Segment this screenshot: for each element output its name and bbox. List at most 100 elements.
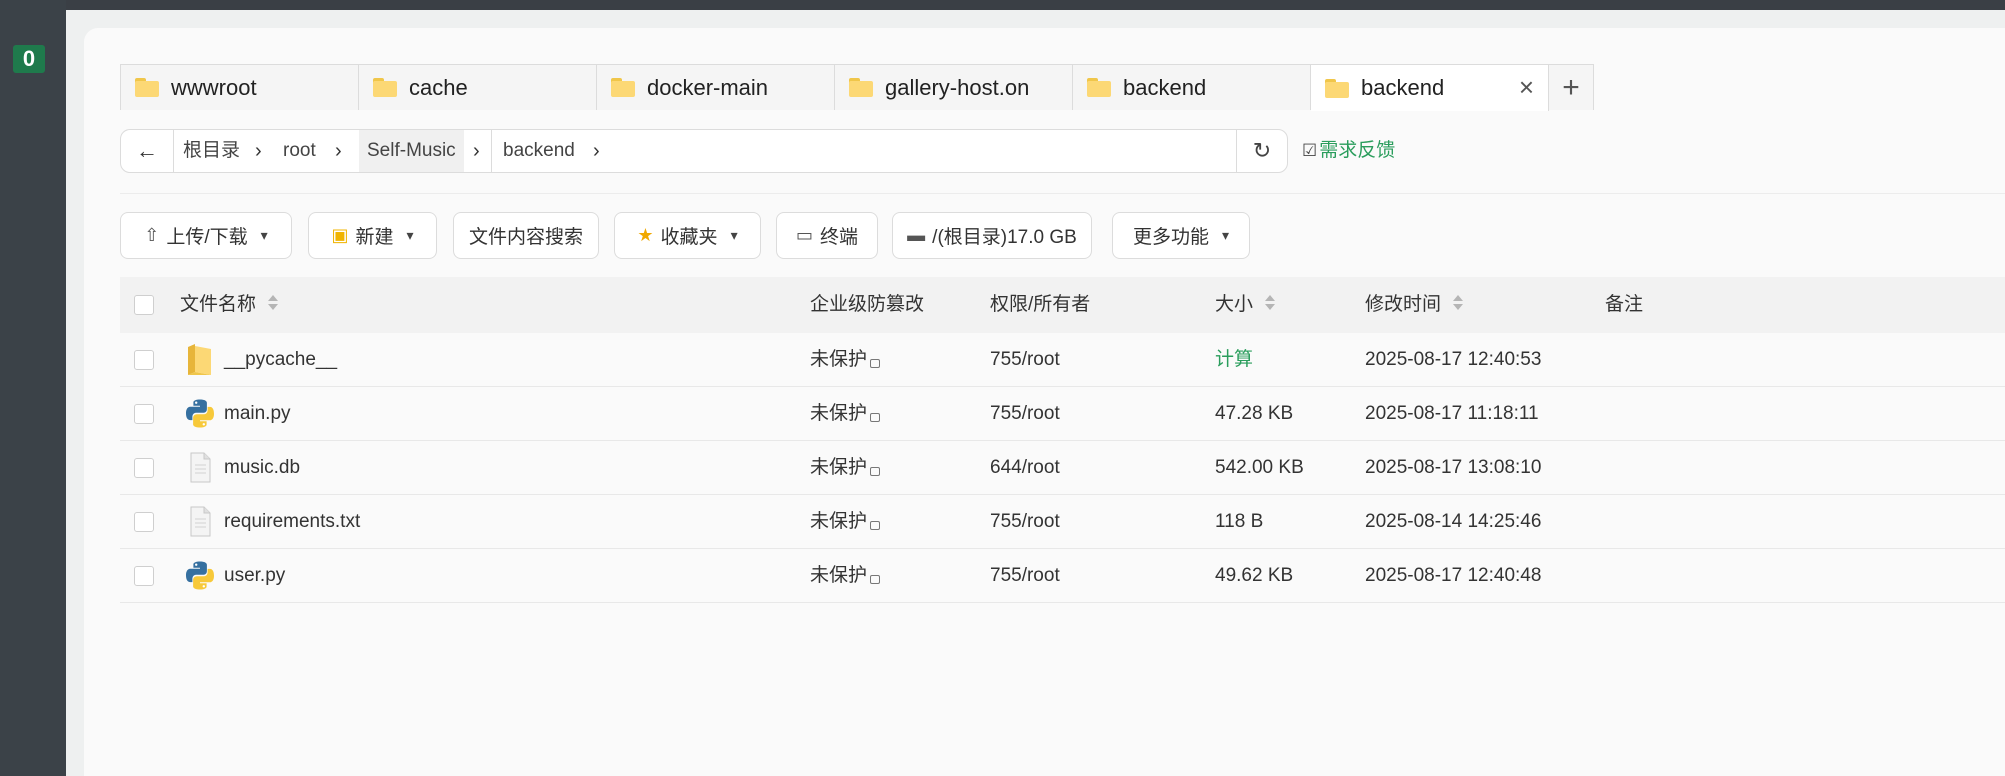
disk-label: /(根目录)17.0 GB [932, 227, 1077, 248]
protect-status[interactable]: 未保护 [810, 441, 881, 494]
breadcrumb: ← 根目录 › root › Self-Music › backend › ↻ [120, 129, 1288, 173]
protect-status[interactable]: 未保护 [810, 387, 881, 440]
new-button[interactable]: ▣ 新建 ▾ [308, 212, 437, 259]
size-calculate-link[interactable]: 计算 [1215, 333, 1253, 386]
star-icon: ★ [637, 225, 654, 245]
new-label: 新建 [355, 227, 394, 248]
sort-icon [1453, 295, 1463, 310]
folder-icon [373, 78, 397, 97]
chevron-down-icon: ▾ [1221, 227, 1230, 243]
tab-gallery-host[interactable]: gallery-host.on [835, 65, 1073, 110]
folder-icon [1325, 78, 1349, 98]
column-mtime[interactable]: 修改时间 [1365, 277, 1463, 333]
table-row[interactable]: music.db 未保护 644/root 542.00 KB 2025-08-… [120, 441, 2005, 495]
tab-backend-active[interactable]: backend × [1311, 65, 1549, 111]
feedback-label: 需求反馈 [1319, 140, 1396, 161]
back-button[interactable]: ← [121, 130, 174, 172]
permission[interactable]: 755/root [990, 333, 1060, 386]
mtime: 2025-08-14 14:25:46 [1365, 511, 1542, 532]
upload-download-button[interactable]: ⇧ 上传/下载 ▾ [120, 212, 292, 259]
protect-status[interactable]: 未保护 [810, 549, 881, 602]
tab-label: cache [409, 74, 468, 100]
more-label: 更多功能 [1132, 227, 1209, 248]
crumb-backend[interactable]: backend [503, 130, 575, 172]
table-row[interactable]: main.py 未保护 755/root 47.28 KB 2025-08-17… [120, 387, 2005, 441]
chevron-down-icon: ▾ [730, 227, 738, 243]
column-permission: 权限/所有者 [990, 294, 1091, 315]
crumb-root[interactable]: root [283, 130, 316, 172]
crumb-self-music[interactable]: Self-Music [359, 130, 464, 172]
permission[interactable]: 644/root [990, 441, 1060, 494]
feedback-link[interactable]: ☑ 需求反馈 [1302, 138, 1395, 164]
size: 47.28 KB [1215, 403, 1294, 424]
sort-icon [1265, 295, 1275, 310]
tab-cache[interactable]: cache [359, 65, 597, 110]
edit-icon: ☑ [1302, 141, 1318, 160]
chevron-right-icon: › [255, 140, 262, 162]
python-icon [186, 561, 214, 590]
permission[interactable]: 755/root [990, 387, 1060, 440]
row-checkbox[interactable] [134, 350, 154, 370]
terminal-label: 终端 [820, 227, 859, 248]
folder-icon [849, 78, 873, 97]
row-checkbox[interactable] [134, 404, 154, 424]
more-functions-button[interactable]: 更多功能 ▾ [1112, 212, 1250, 259]
column-size[interactable]: 大小 [1215, 277, 1275, 333]
folder-icon [1087, 78, 1111, 97]
file-name[interactable]: main.py [224, 387, 291, 440]
lock-icon [870, 359, 881, 368]
file-icon [190, 506, 211, 537]
content-search-button[interactable]: 文件内容搜索 [453, 212, 599, 259]
disk-button[interactable]: ▬ /(根目录)17.0 GB [892, 212, 1092, 259]
row-checkbox[interactable] [134, 512, 154, 532]
mtime: 2025-08-17 11:18:11 [1365, 403, 1539, 424]
chevron-right-icon: › [473, 140, 480, 162]
file-name[interactable]: user.py [224, 549, 285, 602]
row-checkbox[interactable] [134, 458, 154, 478]
select-all-checkbox[interactable] [134, 295, 154, 315]
favorites-button[interactable]: ★ 收藏夹 ▾ [614, 212, 761, 259]
size: 118 B [1215, 511, 1264, 532]
column-name[interactable]: 文件名称 [180, 277, 278, 333]
disk-icon: ▬ [907, 225, 926, 245]
notification-badge[interactable]: 0 [13, 45, 45, 73]
row-checkbox[interactable] [134, 566, 154, 586]
permission[interactable]: 755/root [990, 549, 1060, 602]
protect-status[interactable]: 未保护 [810, 333, 881, 386]
terminal-button[interactable]: ▭ 终端 [776, 212, 878, 259]
python-icon [186, 399, 214, 428]
divider [120, 193, 2005, 194]
window-top-bar [0, 0, 2005, 10]
lock-icon [870, 413, 881, 422]
file-name[interactable]: __pycache__ [224, 333, 337, 386]
chevron-down-icon: ▾ [406, 227, 414, 243]
table-header: 文件名称 企业级防篡改 权限/所有者 大小 修改时间 备注 [120, 277, 2005, 333]
permission[interactable]: 755/root [990, 495, 1060, 548]
tab-label: backend [1123, 74, 1207, 100]
mtime: 2025-08-17 12:40:48 [1365, 565, 1542, 586]
protect-status[interactable]: 未保护 [810, 495, 881, 548]
folder-tabs: wwwroot cache docker-main gallery-host.o… [120, 64, 1594, 111]
close-icon[interactable]: × [1519, 74, 1534, 100]
tab-wwwroot[interactable]: wwwroot [121, 65, 359, 110]
folder-icon [611, 78, 635, 97]
file-name[interactable]: music.db [224, 441, 300, 494]
table-row[interactable]: __pycache__ 未保护 755/root 计算 2025-08-17 1… [120, 333, 2005, 387]
refresh-button[interactable]: ↻ [1236, 130, 1287, 172]
table-row[interactable]: user.py 未保护 755/root 49.62 KB 2025-08-17… [120, 549, 2005, 603]
chevron-right-icon: › [335, 140, 342, 162]
new-folder-icon: ▣ [331, 225, 349, 245]
tab-label: wwwroot [171, 74, 257, 100]
tab-backend[interactable]: backend [1073, 65, 1311, 110]
crumb-root-dir[interactable]: 根目录 [183, 130, 240, 172]
lock-icon [870, 575, 881, 584]
tab-docker-main[interactable]: docker-main [597, 65, 835, 110]
tab-label: backend [1361, 75, 1445, 100]
upload-label: 上传/下载 [166, 227, 248, 248]
file-name[interactable]: requirements.txt [224, 495, 360, 548]
add-tab-button[interactable]: + [1549, 65, 1593, 110]
favorites-label: 收藏夹 [660, 227, 718, 248]
table-row[interactable]: requirements.txt 未保护 755/root 118 B 2025… [120, 495, 2005, 549]
tab-label: gallery-host.on [885, 74, 1030, 100]
lock-icon [870, 467, 881, 476]
